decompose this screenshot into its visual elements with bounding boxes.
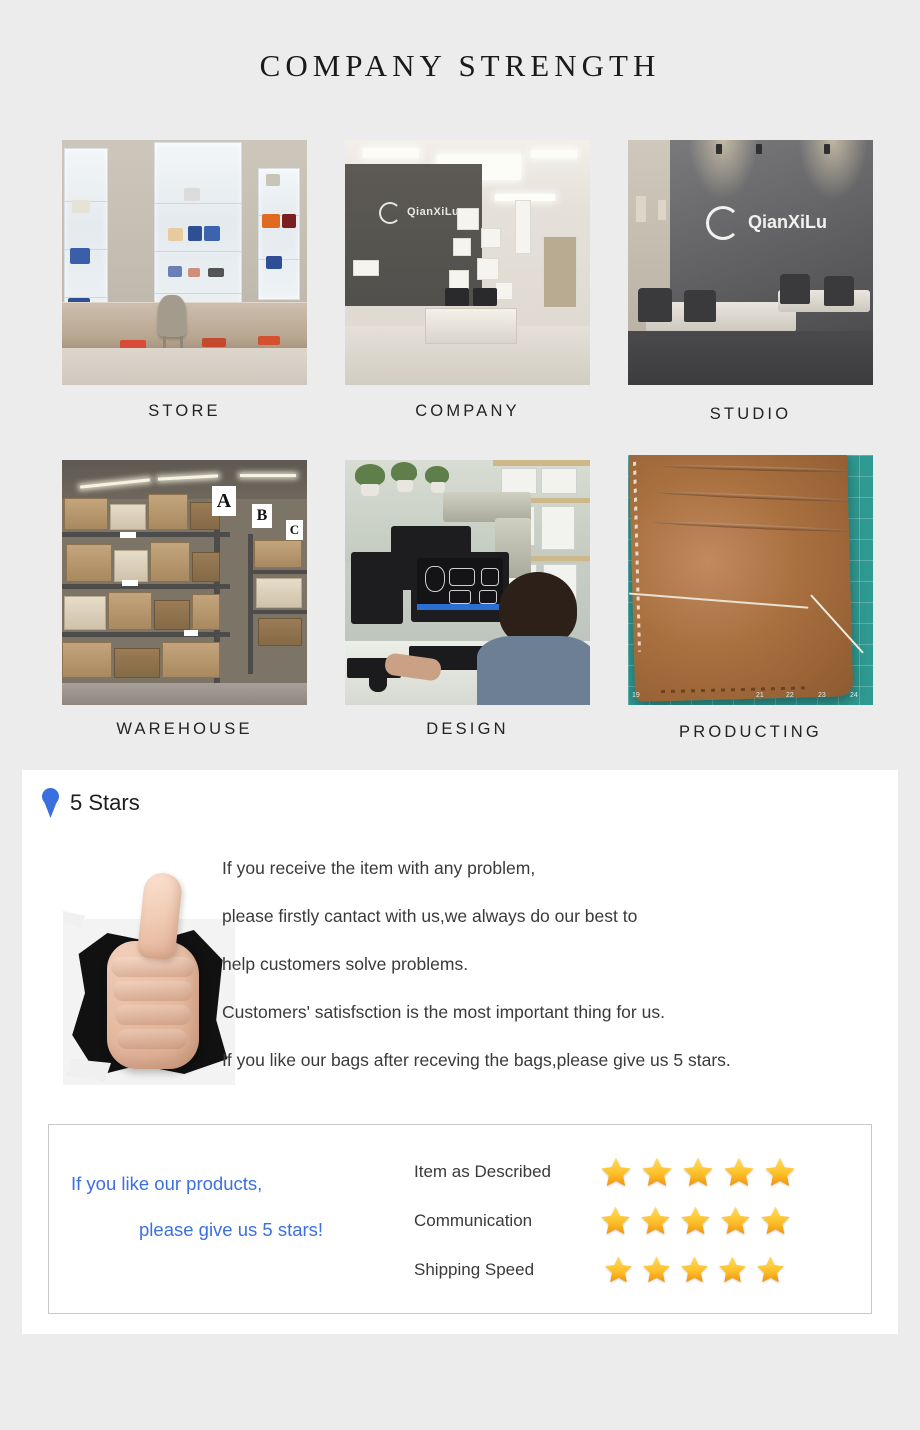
star-icon [641, 1206, 670, 1235]
star-icon [683, 1157, 713, 1186]
star-icon [681, 1256, 708, 1283]
five-stars-card: 5 Stars If you receive the item with any… [22, 770, 898, 1334]
rating-label: Shipping Speed [414, 1259, 535, 1279]
rating-row: Communication [414, 1196, 864, 1245]
ratings-list: Item as Described Communication Shipping… [414, 1147, 864, 1294]
warehouse-photo: A B C [62, 460, 307, 705]
page-title: COMPANY STRENGTH [259, 48, 661, 83]
product-description-page: COMPANY STRENGTH STORE QianXiLu COMPANY … [0, 0, 920, 1430]
star-icon [605, 1256, 632, 1283]
five-stars-paragraph: If you receive the item with any problem… [222, 844, 882, 1084]
paragraph-line-5: If you like our bags after receving the … [222, 1050, 731, 1070]
gallery-caption-producting: PRODUCTING [679, 723, 822, 741]
brand-logo-text: QianXiLu [748, 212, 828, 232]
paragraph-line-2: please firstly cantact with us,we always… [222, 906, 638, 926]
paragraph-line-4: Customers' satisfsction is the most impo… [222, 1002, 665, 1022]
star-icon [757, 1256, 784, 1283]
rating-label: Item as Described [414, 1161, 551, 1181]
store-photo [62, 140, 307, 385]
warehouse-sign-b: B [252, 504, 272, 528]
gallery-caption-design: DESIGN [426, 720, 509, 738]
star-icon [719, 1256, 746, 1283]
star-icon [643, 1256, 670, 1283]
star-icon [601, 1206, 630, 1235]
star-icon [724, 1157, 754, 1186]
promo-message: If you like our products, please give us… [71, 1173, 391, 1241]
gallery-caption-studio: STUDIO [709, 405, 792, 423]
star-icon [642, 1157, 672, 1186]
star-icon [721, 1206, 750, 1235]
promo-line-1: If you like our products, [71, 1173, 263, 1194]
thumbs-up-image [63, 845, 243, 1100]
rating-row: Item as Described [414, 1147, 864, 1196]
star-rating [599, 1204, 799, 1237]
producting-photo: 19 21 22 23 24 [628, 455, 873, 705]
company-photo: QianXiLu [345, 140, 590, 385]
studio-photo: QianXiLu [628, 140, 873, 385]
map-pin-icon [42, 788, 59, 818]
review-summary-box: If you like our products, please give us… [48, 1124, 872, 1314]
paragraph-line-3: help customers solve problems. [222, 954, 469, 974]
five-stars-title: 5 Stars [70, 790, 140, 815]
star-icon [681, 1206, 710, 1235]
five-stars-header: 5 Stars [42, 788, 140, 818]
gallery-caption-store: STORE [148, 402, 221, 420]
star-icon [601, 1157, 631, 1186]
brand-logo-text: QianXiLu [407, 206, 460, 218]
warehouse-sign-c: C [286, 520, 303, 540]
star-rating [599, 1155, 804, 1189]
rating-row: Shipping Speed [414, 1245, 864, 1294]
paragraph-line-1: If you receive the item with any problem… [222, 858, 536, 878]
brand-logo-mark [706, 206, 740, 240]
star-icon [761, 1206, 790, 1235]
warehouse-sign-a: A [212, 486, 236, 516]
gallery-caption-company: COMPANY [415, 402, 520, 420]
design-photo [345, 460, 590, 705]
star-icon [765, 1157, 795, 1186]
promo-line-2: please give us 5 stars! [139, 1219, 324, 1240]
rating-label: Communication [414, 1210, 533, 1230]
brand-logo-mark [379, 202, 401, 224]
star-rating [603, 1254, 793, 1285]
gallery-caption-warehouse: WAREHOUSE [116, 720, 253, 738]
